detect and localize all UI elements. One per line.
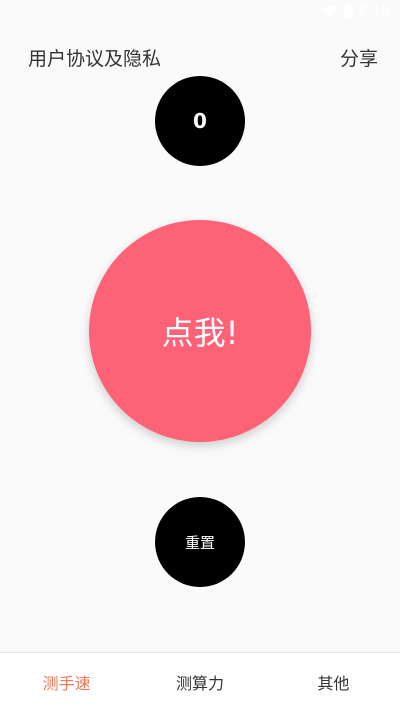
privacy-policy-link[interactable]: 用户协议及隐私 [28, 44, 161, 71]
status-time: 8:18 [358, 4, 390, 19]
nav-tab-label: 测手速 [42, 674, 91, 693]
wifi-icon [322, 5, 338, 19]
nav-tab-other[interactable]: 其他 [267, 653, 400, 711]
nav-tab-label: 其他 [317, 674, 350, 693]
top-bar: 用户协议及隐私 分享 [0, 40, 400, 74]
nav-tab-calculation-test[interactable]: 测算力 [133, 653, 266, 711]
status-icons: 8:18 [322, 4, 390, 19]
nav-tab-label: 测算力 [175, 674, 224, 693]
bottom-nav: 测手速 测算力 其他 [0, 652, 400, 711]
reset-button[interactable]: 重置 [155, 497, 245, 587]
tap-button-label: 点我! [161, 314, 239, 352]
share-button[interactable]: 分享 [340, 44, 378, 71]
battery-icon [343, 4, 353, 19]
status-bar: 8:18 [0, 0, 400, 26]
tap-count-value: 0 [193, 109, 207, 133]
tap-button[interactable]: 点我! [89, 220, 311, 442]
tap-counter: 0 [155, 76, 245, 166]
reset-button-label: 重置 [184, 533, 215, 552]
nav-tab-speed-test[interactable]: 测手速 [0, 653, 133, 711]
